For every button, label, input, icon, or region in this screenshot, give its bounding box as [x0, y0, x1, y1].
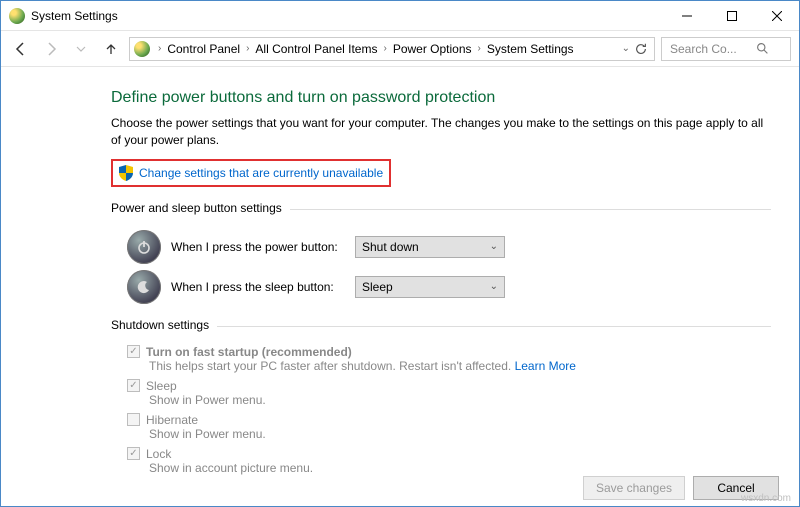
sleep-icon — [127, 270, 161, 304]
back-button[interactable] — [9, 37, 33, 61]
combobox-value: Shut down — [362, 240, 419, 254]
breadcrumb-item[interactable]: System Settings — [485, 42, 576, 56]
shutdown-option: SleepShow in Power menu. — [127, 379, 771, 407]
breadcrumb-item[interactable]: Power Options — [391, 42, 474, 56]
option-description: Show in account picture menu. — [149, 461, 771, 475]
search-box[interactable] — [661, 37, 791, 61]
address-bar: › Control Panel › All Control Panel Item… — [1, 31, 799, 67]
chevron-right-icon[interactable]: › — [474, 43, 485, 54]
breadcrumb-item[interactable]: All Control Panel Items — [253, 42, 379, 56]
content-pane: Define power buttons and turn on passwor… — [1, 67, 799, 475]
option-title: Hibernate — [146, 413, 198, 427]
breadcrumb-item[interactable]: Control Panel — [165, 42, 242, 56]
page-description: Choose the power settings that you want … — [111, 115, 771, 149]
option-description: Show in Power menu. — [149, 427, 771, 441]
option-description: This helps start your PC faster after sh… — [149, 359, 771, 373]
window-title: System Settings — [31, 9, 118, 23]
power-button-combobox[interactable]: Shut down ⌄ — [355, 236, 505, 258]
titlebar: System Settings — [1, 1, 799, 31]
sleep-button-row: When I press the sleep button: Sleep ⌄ — [127, 270, 771, 304]
combobox-value: Sleep — [362, 280, 393, 294]
chevron-down-icon: ⌄ — [490, 281, 498, 292]
checkbox[interactable] — [127, 413, 140, 426]
refresh-icon[interactable] — [634, 42, 648, 56]
group-label: Shutdown settings — [111, 318, 217, 332]
power-button-label: When I press the power button: — [171, 240, 345, 254]
shield-icon — [119, 165, 133, 181]
option-description: Show in Power menu. — [149, 393, 771, 407]
option-title: Turn on fast startup (recommended) — [146, 345, 352, 359]
page-title: Define power buttons and turn on passwor… — [111, 89, 771, 107]
option-title: Lock — [146, 447, 171, 461]
power-sleep-group: Power and sleep button settings When I p… — [111, 201, 771, 304]
shutdown-option: LockShow in account picture menu. — [127, 447, 771, 475]
save-changes-button[interactable]: Save changes — [583, 476, 685, 500]
power-button-row: When I press the power button: Shut down… — [127, 230, 771, 264]
chevron-down-icon: ⌄ — [490, 241, 498, 252]
change-settings-link[interactable]: Change settings that are currently unava… — [139, 166, 383, 180]
maximize-button[interactable] — [709, 1, 754, 31]
chevron-down-icon[interactable]: ⌄ — [622, 43, 630, 54]
recent-dropdown-icon[interactable] — [69, 37, 93, 61]
shutdown-settings-group: Shutdown settings Turn on fast startup (… — [111, 318, 771, 475]
breadcrumb[interactable]: › Control Panel › All Control Panel Item… — [129, 37, 655, 61]
sleep-button-label: When I press the sleep button: — [171, 280, 345, 294]
checkbox[interactable] — [127, 379, 140, 392]
location-icon — [134, 41, 150, 57]
forward-button[interactable] — [39, 37, 63, 61]
close-button[interactable] — [754, 1, 799, 31]
search-icon[interactable] — [756, 42, 769, 55]
option-title: Sleep — [146, 379, 177, 393]
power-icon — [127, 230, 161, 264]
up-button[interactable] — [99, 37, 123, 61]
minimize-button[interactable] — [664, 1, 709, 31]
checkbox[interactable] — [127, 447, 140, 460]
checkbox[interactable] — [127, 345, 140, 358]
learn-more-link[interactable]: Learn More — [515, 359, 576, 373]
sleep-button-combobox[interactable]: Sleep ⌄ — [355, 276, 505, 298]
search-input[interactable] — [668, 41, 756, 57]
shutdown-option: HibernateShow in Power menu. — [127, 413, 771, 441]
chevron-right-icon[interactable]: › — [242, 43, 253, 54]
chevron-right-icon[interactable]: › — [154, 43, 165, 54]
shutdown-option: Turn on fast startup (recommended)This h… — [127, 345, 771, 373]
elevated-link-row: Change settings that are currently unava… — [111, 159, 391, 187]
chevron-right-icon[interactable]: › — [379, 43, 390, 54]
group-label: Power and sleep button settings — [111, 201, 290, 215]
watermark: wsxdn.com — [741, 493, 791, 504]
app-icon — [9, 8, 25, 24]
